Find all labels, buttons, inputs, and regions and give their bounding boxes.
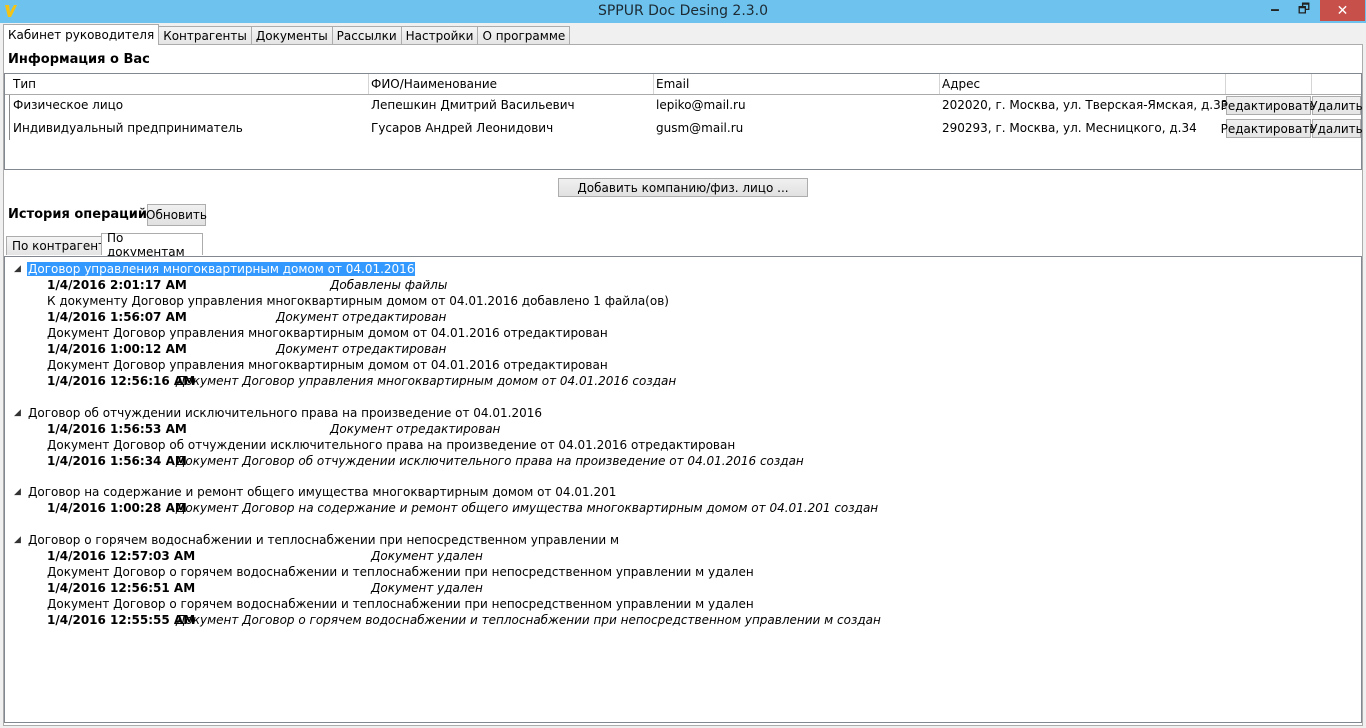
col-separator — [653, 74, 654, 94]
row2-address[interactable]: 290293, г. Москва, ул. Месницкого, д.34 — [942, 121, 1197, 135]
row2-type[interactable]: Индивидуальный предприниматель — [13, 121, 243, 135]
entry-action: Документ отредактирован — [330, 422, 501, 436]
window-title: SPPUR Doc Desing 2.3.0 — [597, 3, 769, 19]
entry-time: 1/4/2016 2:01:17 AM — [47, 278, 187, 292]
minimize-button[interactable]: 🗕 — [1262, 0, 1288, 21]
col-header-type[interactable]: Тип — [13, 77, 36, 91]
entry-time: 1/4/2016 1:56:34 AM — [47, 454, 187, 468]
tree-node-doc[interactable]: Договор об отчуждении исключительного пр… — [28, 406, 542, 420]
col-header-email[interactable]: Email — [656, 77, 689, 91]
row2-email[interactable]: gusm@mail.ru — [656, 121, 743, 135]
entry-action: Документ Договор о горячем водоснабжении… — [176, 613, 881, 627]
entry-time: 1/4/2016 12:57:03 AM — [47, 549, 196, 563]
tab-mailings[interactable]: Рассылки — [331, 26, 402, 45]
info-section-title: Информация о Вас — [8, 52, 150, 67]
entry-action: Документ удален — [371, 581, 483, 595]
entry-description: Документ Договор управления многоквартир… — [47, 326, 608, 340]
tab-by-documents[interactable]: По документам — [101, 231, 203, 259]
entry-time: 1/4/2016 12:56:16 AM — [47, 374, 196, 388]
entry-time: 1/4/2016 1:56:07 AM — [47, 310, 187, 324]
history-section-title: История операций — [8, 207, 148, 222]
tab-counterparties[interactable]: Контрагенты — [158, 26, 252, 45]
row1-edit-button[interactable]: Редактировать — [1221, 96, 1316, 115]
col-separator — [939, 74, 940, 94]
row2-edit-button[interactable]: Редактировать — [1221, 119, 1316, 138]
row1-email[interactable]: lepiko@mail.ru — [656, 98, 746, 112]
entry-description: Документ Договор о горячем водоснабжении… — [47, 565, 754, 579]
row1-name[interactable]: Лепешкин Дмитрий Васильевич — [371, 98, 575, 112]
col-separator — [1311, 74, 1312, 94]
add-company-button[interactable]: Добавить компанию/физ. лицо ... — [558, 178, 808, 197]
entry-description: Документ Договор управления многоквартир… — [47, 358, 608, 372]
maximize-button[interactable]: 🗗 — [1291, 0, 1317, 21]
tree-node-doc[interactable]: Договор на содержание и ремонт общего им… — [28, 485, 616, 499]
col-separator — [1225, 74, 1226, 94]
entry-action: Добавлены файлы — [330, 278, 448, 292]
entry-description: Документ Договор об отчуждении исключите… — [47, 438, 736, 452]
close-button[interactable]: ✕ — [1320, 0, 1365, 21]
entry-action: Документ отредактирован — [276, 342, 447, 356]
refresh-button[interactable]: Обновить — [146, 204, 207, 226]
entry-time: 1/4/2016 1:00:12 AM — [47, 342, 187, 356]
entry-action: Документ Договор об отчуждении исключите… — [176, 454, 804, 468]
expand-arrow-icon[interactable]: ◢ — [14, 408, 21, 418]
row1-delete-button[interactable]: Удалить — [1310, 96, 1363, 115]
entry-action: Документ отредактирован — [276, 310, 447, 324]
tab-manager-cabinet[interactable]: Кабинет руководителя — [3, 24, 160, 45]
tab-strip-divider — [3, 44, 1363, 45]
col-separator — [368, 74, 369, 94]
row1-type[interactable]: Физическое лицо — [13, 98, 123, 112]
main-tab-strip: Кабинет руководителя Контрагенты Докумен… — [3, 24, 571, 45]
expand-arrow-icon[interactable]: ◢ — [14, 264, 21, 274]
row1-address[interactable]: 202020, г. Москва, ул. Тверская-Ямская, … — [942, 98, 1228, 112]
entry-time: 1/4/2016 12:55:55 AM — [47, 613, 196, 627]
expand-arrow-icon[interactable]: ◢ — [14, 535, 21, 545]
entry-description: Документ Договор о горячем водоснабжении… — [47, 597, 754, 611]
entry-action: Документ Договор на содержание и ремонт … — [176, 501, 879, 515]
row2-delete-button[interactable]: Удалить — [1310, 119, 1363, 138]
tree-node-doc[interactable]: Договор управления многоквартирным домом… — [27, 262, 416, 276]
entry-time: 1/4/2016 12:56:51 AM — [47, 581, 196, 595]
col-header-name[interactable]: ФИО/Наименование — [371, 77, 497, 91]
col-header-address[interactable]: Адрес — [942, 77, 980, 91]
expand-arrow-icon[interactable]: ◢ — [14, 487, 21, 497]
entry-time: 1/4/2016 1:00:28 AM — [47, 501, 187, 515]
tab-settings[interactable]: Настройки — [400, 26, 479, 45]
entry-action: Документ удален — [371, 549, 483, 563]
tab-documents[interactable]: Документы — [250, 26, 333, 45]
row-indicator — [9, 95, 10, 140]
tab-about[interactable]: О программе — [477, 26, 571, 45]
entry-description: К документу Договор управления многоквар… — [47, 294, 669, 308]
row2-name[interactable]: Гусаров Андрей Леонидович — [371, 121, 553, 135]
tree-node-doc[interactable]: Договор о горячем водоснабжении и теплос… — [28, 533, 619, 547]
entry-time: 1/4/2016 1:56:53 AM — [47, 422, 187, 436]
entry-action: Документ Договор управления многоквартир… — [176, 374, 677, 388]
